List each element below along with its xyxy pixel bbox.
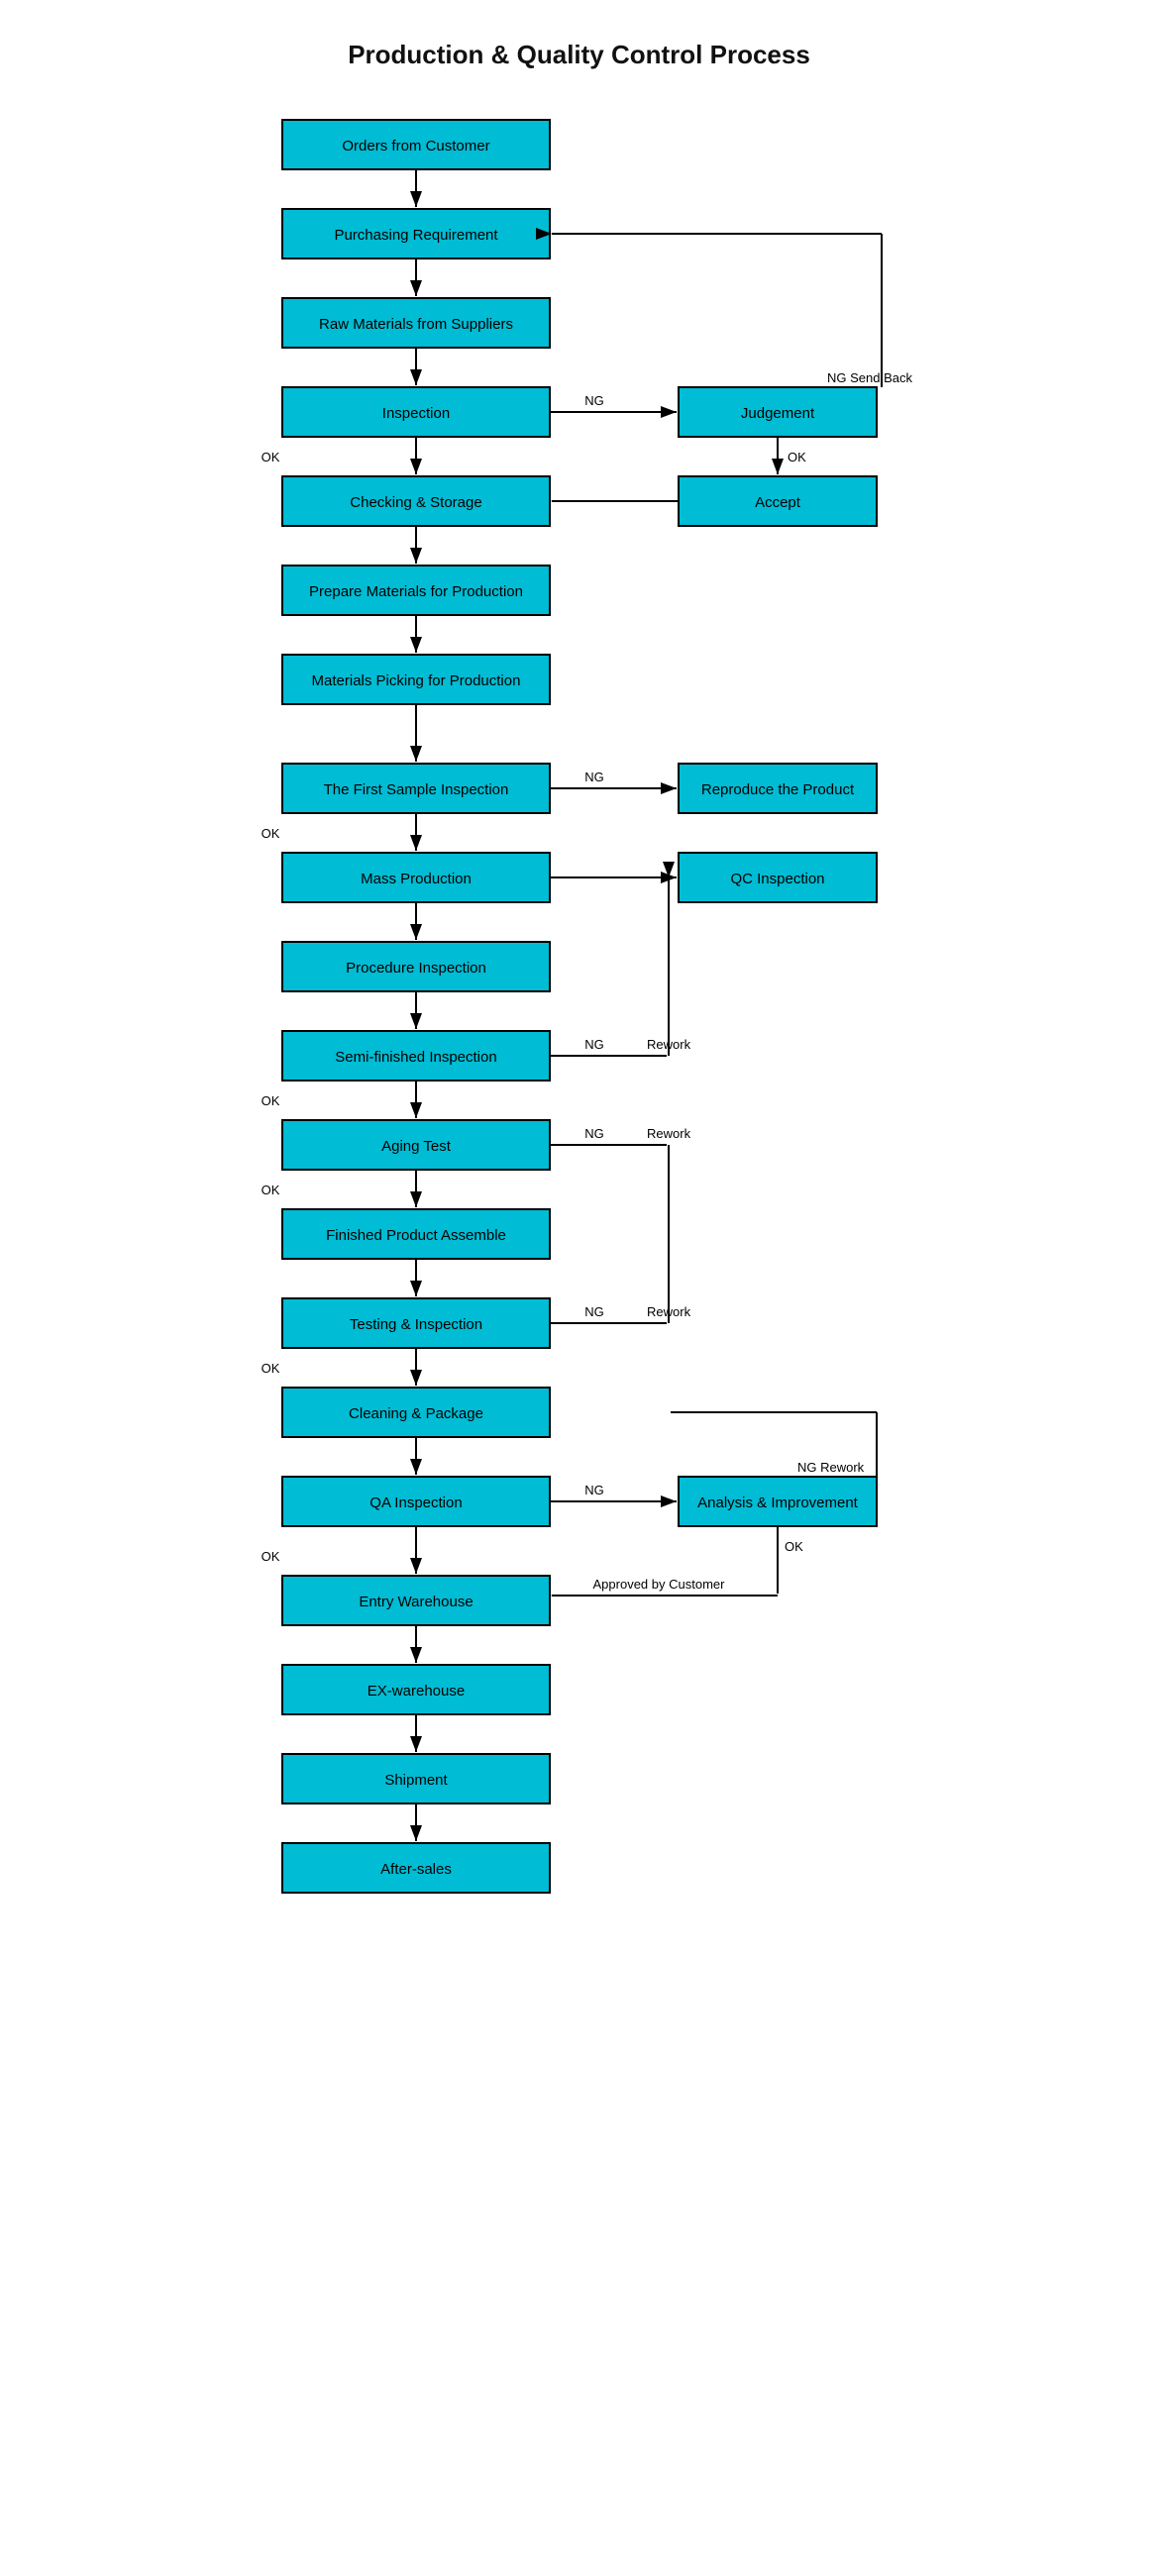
label-ok-analysis: OK xyxy=(785,1539,803,1554)
finished-assemble-label: Finished Product Assemble xyxy=(326,1227,506,1244)
inspection-label: Inspection xyxy=(381,405,449,422)
label-ng-inspection: NG xyxy=(584,393,604,408)
label-ok-firstsample: OK xyxy=(261,826,279,841)
qc-inspection-label: QC Inspection xyxy=(730,871,824,887)
page-wrapper: Production & Quality Control Process Ord… xyxy=(233,40,926,2536)
label-ng-testing: NG xyxy=(584,1304,604,1319)
label-ok-aging: OK xyxy=(261,1183,279,1197)
checking-storage-label: Checking & Storage xyxy=(350,494,481,511)
label-ok-judgement: OK xyxy=(788,450,806,464)
shipment-label: Shipment xyxy=(384,1772,448,1789)
entry-warehouse-label: Entry Warehouse xyxy=(359,1594,473,1610)
label-ok-semifinished: OK xyxy=(261,1093,279,1108)
label-rework-aging: Rework xyxy=(647,1126,691,1141)
label-ng-analysis-rework: NG Rework xyxy=(797,1460,865,1475)
raw-materials-label: Raw Materials from Suppliers xyxy=(319,316,513,333)
purchasing-label: Purchasing Requirement xyxy=(334,227,498,244)
after-sales-label: After-sales xyxy=(380,1861,452,1878)
procedure-inspection-label: Procedure Inspection xyxy=(346,960,486,977)
analysis-label: Analysis & Improvement xyxy=(697,1494,859,1511)
accept-label: Accept xyxy=(755,494,801,511)
mass-production-label: Mass Production xyxy=(361,871,472,887)
label-ok-testing: OK xyxy=(261,1361,279,1376)
semi-finished-label: Semi-finished Inspection xyxy=(335,1049,496,1066)
cleaning-label: Cleaning & Package xyxy=(349,1405,483,1422)
testing-label: Testing & Inspection xyxy=(349,1316,481,1333)
flowchart-svg: Orders from Customer Purchasing Requirem… xyxy=(233,100,926,2536)
ex-warehouse-label: EX-warehouse xyxy=(367,1683,464,1700)
orders-label: Orders from Customer xyxy=(342,138,489,155)
qa-inspection-label: QA Inspection xyxy=(369,1494,462,1511)
label-ng-semifinished: NG xyxy=(584,1037,604,1052)
materials-picking-label: Materials Picking for Production xyxy=(311,672,520,689)
aging-test-label: Aging Test xyxy=(381,1138,452,1155)
label-ng-aging: NG xyxy=(584,1126,604,1141)
label-ng-qa: NG xyxy=(584,1483,604,1497)
label-ok-inspection: OK xyxy=(261,450,279,464)
label-ng-firstsample: NG xyxy=(584,770,604,784)
label-approved-by-customer: Approved by Customer xyxy=(592,1577,725,1592)
label-ng-sendback: NG Send Back xyxy=(827,370,912,385)
prepare-label: Prepare Materials for Production xyxy=(309,583,523,600)
first-sample-label: The First Sample Inspection xyxy=(323,781,508,798)
label-ok-qa: OK xyxy=(261,1549,279,1564)
page-title: Production & Quality Control Process xyxy=(233,40,926,70)
judgement-label: Judgement xyxy=(740,405,814,422)
reproduce-label: Reproduce the Product xyxy=(700,781,854,798)
